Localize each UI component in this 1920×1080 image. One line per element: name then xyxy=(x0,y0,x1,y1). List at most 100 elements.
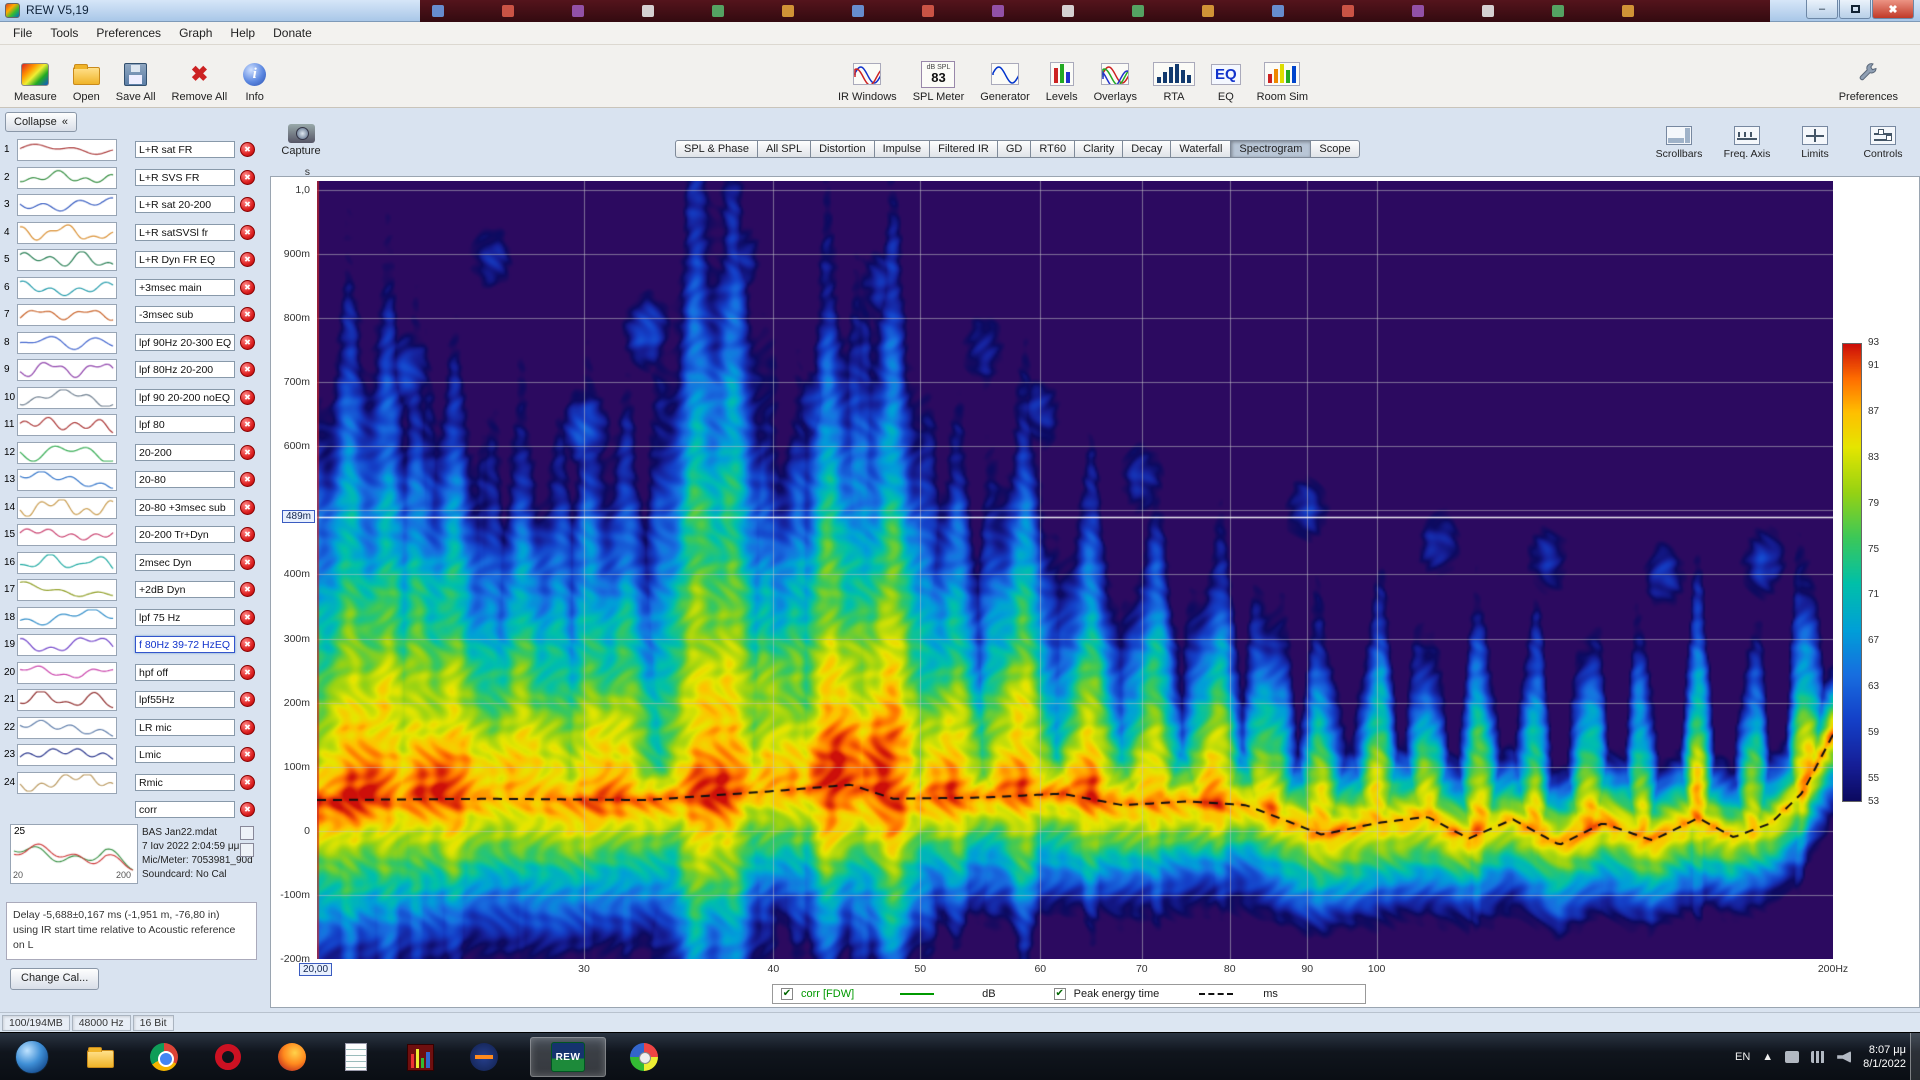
toolbar-levels-button[interactable]: Levels xyxy=(1038,47,1086,105)
taskbar-clock[interactable]: 8:07 μμ 8/1/2022 xyxy=(1863,1043,1906,1071)
measurement-name-field[interactable]: +3msec main xyxy=(135,278,235,296)
scrollbars-button[interactable]: Scrollbars xyxy=(1650,126,1708,160)
measurement-name-field[interactable]: corr xyxy=(135,801,235,818)
browser-tab-favicon[interactable] xyxy=(852,5,864,17)
hidden-icons-arrow[interactable]: ▲ xyxy=(1762,1051,1773,1063)
activity-tray-icon[interactable] xyxy=(1811,1051,1826,1063)
measurement-name-field[interactable]: hpf off xyxy=(135,663,235,681)
measurement-thumbnail[interactable] xyxy=(17,716,117,739)
measurement-delete-button[interactable]: ✖ xyxy=(240,637,255,652)
toolbar-open-button[interactable]: Open xyxy=(65,47,108,105)
taskbar-opera-icon[interactable] xyxy=(206,1037,250,1077)
menu-help[interactable]: Help xyxy=(221,23,264,43)
measurement-cal-icon[interactable] xyxy=(240,843,254,857)
toolbar-spl-meter-button[interactable]: dB SPL 83 SPL Meter xyxy=(905,47,973,105)
measurement-name-field[interactable]: 20-200 xyxy=(135,443,235,461)
browser-tab-favicon[interactable] xyxy=(502,5,514,17)
toolbar-room-sim-button[interactable]: Room Sim xyxy=(1249,47,1316,105)
browser-tab-favicon[interactable] xyxy=(1132,5,1144,17)
measurement-delete-button[interactable]: ✖ xyxy=(240,747,255,762)
measurement-name-field[interactable]: L+R Dyn FR EQ xyxy=(135,251,235,268)
tab-scope[interactable]: Scope xyxy=(1310,140,1360,158)
taskbar-notepad-icon[interactable] xyxy=(334,1037,378,1077)
measurement-notes-icon[interactable] xyxy=(240,826,254,840)
measurement-name-field[interactable]: Lmic xyxy=(135,746,235,763)
measurement-name-field[interactable]: L+R satSVSl fr xyxy=(135,223,235,241)
browser-tab-favicon[interactable] xyxy=(1482,5,1494,17)
tab-distortion[interactable]: Distortion xyxy=(810,140,875,158)
measurement-name-field[interactable]: -3msec sub xyxy=(135,306,235,323)
measurement-name-field[interactable]: lpf 80Hz 20-200 xyxy=(135,361,235,378)
browser-tab-favicon[interactable] xyxy=(432,5,444,17)
measurement-delete-button[interactable]: ✖ xyxy=(240,499,255,515)
measurement-name-field[interactable]: lpf 90Hz 20-300 EQ xyxy=(135,333,235,351)
tab-spectrogram[interactable]: Spectrogram xyxy=(1230,140,1312,158)
tab-all-spl[interactable]: All SPL xyxy=(757,140,812,158)
measurement-thumbnail[interactable] xyxy=(17,249,117,271)
controls-button[interactable]: Controls xyxy=(1854,126,1912,160)
menu-file[interactable]: File xyxy=(4,23,41,43)
browser-tab-favicon[interactable] xyxy=(642,5,654,17)
measurement-name-field[interactable]: +2dB Dyn xyxy=(135,581,235,598)
measurement-name-field[interactable]: lpf 90 20-200 noEQ xyxy=(135,388,235,406)
measurement-delete-button[interactable]: ✖ xyxy=(240,664,255,680)
measurement-delete-button[interactable]: ✖ xyxy=(240,142,255,157)
taskbar-start-orb-icon[interactable] xyxy=(10,1037,54,1077)
measurement-thumbnail[interactable] xyxy=(17,689,117,711)
browser-tab-favicon[interactable] xyxy=(1062,5,1074,17)
measurement-delete-button[interactable]: ✖ xyxy=(240,554,255,570)
measurement-delete-button[interactable]: ✖ xyxy=(240,169,255,185)
taskbar-folder-icon[interactable] xyxy=(78,1037,122,1077)
measurement-delete-button[interactable]: ✖ xyxy=(240,774,255,790)
tab-filtered-ir[interactable]: Filtered IR xyxy=(929,140,998,158)
change-cal-button[interactable]: Change Cal... xyxy=(10,968,100,990)
measurement-delete-button[interactable]: ✖ xyxy=(240,802,255,817)
show-desktop-button[interactable] xyxy=(1910,1033,1920,1080)
taskbar-audacity-icon[interactable] xyxy=(462,1037,506,1077)
measurement-delete-button[interactable]: ✖ xyxy=(240,279,255,295)
measurement-thumbnail[interactable] xyxy=(17,139,117,161)
measurement-delete-button[interactable]: ✖ xyxy=(240,389,255,405)
browser-tab-favicon[interactable] xyxy=(1202,5,1214,17)
measurement-thumbnail[interactable] xyxy=(17,194,117,216)
menu-donate[interactable]: Donate xyxy=(264,23,321,43)
measurement-thumbnail[interactable] xyxy=(17,331,117,354)
measurement-delete-button[interactable]: ✖ xyxy=(240,719,255,735)
measurement-name-field[interactable]: lpf 80 xyxy=(135,416,235,433)
browser-tab-favicon[interactable] xyxy=(1342,5,1354,17)
measurement-thumbnail[interactable] xyxy=(17,221,117,244)
toolbar-info-button[interactable]: i Info xyxy=(235,47,274,105)
measurement-thumbnail[interactable] xyxy=(17,304,117,326)
taskbar-paint-icon[interactable] xyxy=(622,1037,666,1077)
measurement-name-field[interactable]: L+R SVS FR xyxy=(135,168,235,186)
measurement-thumbnail[interactable] xyxy=(17,661,117,684)
tab-rt60[interactable]: RT60 xyxy=(1030,140,1076,158)
measurement-delete-button[interactable]: ✖ xyxy=(240,362,255,377)
limits-button[interactable]: Limits xyxy=(1786,126,1844,160)
capture-button[interactable]: Capture xyxy=(278,124,324,157)
maximize-button[interactable] xyxy=(1839,0,1871,19)
measurement-thumbnail[interactable] xyxy=(17,166,117,189)
measurement-name-field[interactable]: f 80Hz 39-72 HzEQ xyxy=(135,636,235,653)
measurement-thumbnail[interactable] xyxy=(17,579,117,601)
taskbar-firefox-icon[interactable] xyxy=(270,1037,314,1077)
measurement-thumbnail[interactable] xyxy=(17,634,117,656)
measurement-name-field[interactable]: lpf 75 Hz xyxy=(135,608,235,626)
browser-tab-favicon[interactable] xyxy=(1552,5,1564,17)
toolbar-save-all-button[interactable]: Save All xyxy=(108,47,164,105)
volume-tray-icon[interactable] xyxy=(1837,1051,1852,1063)
measurement-thumbnail[interactable] xyxy=(17,771,117,794)
tab-impulse[interactable]: Impulse xyxy=(873,140,931,158)
collapse-button[interactable]: Collapse « xyxy=(5,112,77,132)
spectrogram-grid-overlay[interactable] xyxy=(317,181,1833,959)
measurement-thumbnail[interactable] xyxy=(17,414,117,436)
measurement-thumbnail[interactable] xyxy=(17,524,117,546)
measurement-delete-button[interactable]: ✖ xyxy=(240,252,255,267)
measurement-name-field[interactable]: Rmic xyxy=(135,773,235,791)
browser-tab-favicon[interactable] xyxy=(992,5,1004,17)
taskbar-rew-active-icon[interactable]: REW xyxy=(530,1037,606,1077)
tab-clarity[interactable]: Clarity xyxy=(1074,140,1124,158)
measurement-delete-button[interactable]: ✖ xyxy=(240,609,255,625)
measurement-name-field[interactable]: LR mic xyxy=(135,718,235,736)
freq-axis-button[interactable]: Freq. Axis xyxy=(1718,126,1776,160)
